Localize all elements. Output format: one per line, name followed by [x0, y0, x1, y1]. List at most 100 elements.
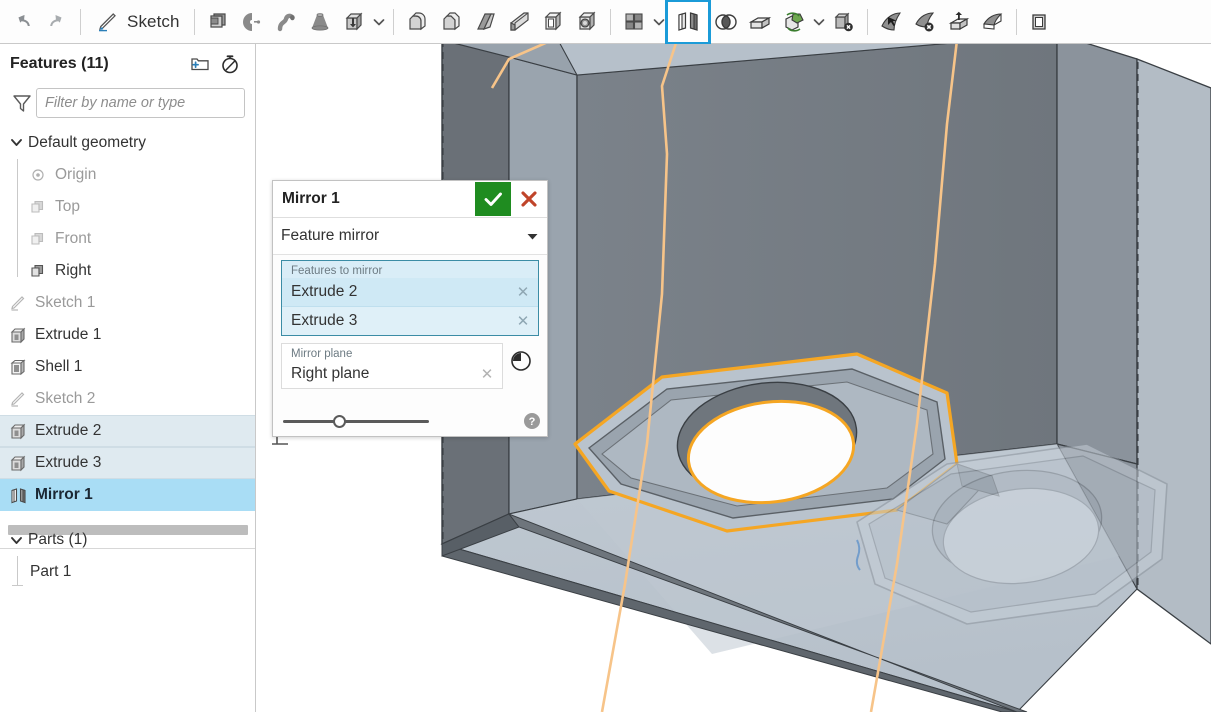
- tree-item-extrude-2[interactable]: Extrude 2: [0, 415, 255, 447]
- tree-group-parts[interactable]: Parts (1): [0, 524, 255, 556]
- rollback-history-button[interactable]: [215, 49, 245, 79]
- undo-icon: [18, 14, 30, 26]
- shell-tool-icon: [544, 11, 562, 30]
- remove-icon[interactable]: ✕: [512, 312, 534, 330]
- pattern-dropdown-caret[interactable]: [651, 15, 667, 29]
- delete-face-tool-button[interactable]: [908, 2, 942, 42]
- sketch-icon: [98, 12, 116, 31]
- extrude-icon: [6, 323, 30, 347]
- plane-tool-button[interactable]: [201, 2, 235, 42]
- loft-tool-icon: [311, 12, 328, 30]
- slider-knob[interactable]: [333, 415, 346, 428]
- tree-item-front-plane[interactable]: Front: [0, 223, 255, 255]
- extrude-dropdown-caret[interactable]: [371, 15, 387, 29]
- tree-item-sketch-1[interactable]: Sketch 1: [0, 287, 255, 319]
- thicken-tool-button[interactable]: [976, 2, 1010, 42]
- sketch-button[interactable]: Sketch: [87, 2, 188, 42]
- cancel-button[interactable]: [511, 182, 547, 216]
- transform-dropdown-caret[interactable]: [811, 15, 827, 29]
- transform-tool-button[interactable]: [777, 2, 811, 42]
- feature-filter-input[interactable]: [36, 88, 245, 118]
- extrude-tool-icon: [345, 12, 363, 30]
- tree-item-extrude-1[interactable]: Extrude 1: [0, 319, 255, 351]
- toolbar-separator: [609, 8, 611, 35]
- features-panel-header: Features (11): [0, 44, 255, 84]
- rib-tool-button[interactable]: [502, 2, 536, 42]
- move-face-icon: [880, 11, 901, 31]
- opacity-slider[interactable]: [283, 412, 515, 430]
- selected-feature-chip[interactable]: Extrude 3 ✕: [282, 307, 538, 335]
- hole-tool-icon: [578, 11, 596, 30]
- move-face-tool-button[interactable]: [874, 2, 908, 42]
- feature-tree: Default geometry Origin Top Front Right …: [0, 122, 255, 511]
- loft-tool-button[interactable]: [303, 2, 337, 42]
- selected-feature-chip[interactable]: Extrude 2 ✕: [282, 278, 538, 307]
- tree-item-label: Extrude 2: [35, 422, 102, 439]
- mirror-dialog-title: Mirror 1: [282, 190, 340, 207]
- chamfer-tool-button[interactable]: [434, 2, 468, 42]
- sweep-tool-button[interactable]: [269, 2, 303, 42]
- mirror-plane-value-row[interactable]: Right plane ✕: [282, 360, 502, 388]
- rib-tool-icon: [509, 11, 529, 31]
- toolbar-separator: [80, 8, 81, 35]
- chevron-down-icon: [6, 135, 26, 150]
- pattern-tool-button[interactable]: [617, 2, 651, 42]
- history-clock-icon: [511, 351, 531, 371]
- tree-item-label: Right: [55, 262, 92, 279]
- tree-item-label: Front: [55, 230, 92, 247]
- tree-item-right-plane[interactable]: Right: [0, 255, 255, 287]
- feature-filter-row: [0, 84, 255, 122]
- boolean-tool-button[interactable]: [709, 2, 743, 42]
- new-folder-button[interactable]: [185, 49, 215, 79]
- toolbar-separator: [392, 8, 394, 35]
- tree-item-label: Sketch 2: [35, 390, 96, 407]
- features-to-mirror-field[interactable]: Features to mirror Extrude 2 ✕ Extrude 3…: [281, 260, 539, 336]
- enclose-icon: [1031, 13, 1046, 30]
- tree-item-label: Mirror 1: [35, 486, 93, 503]
- extrude-tool-button[interactable]: [337, 2, 371, 42]
- remove-icon[interactable]: ✕: [512, 283, 534, 301]
- mirror-type-dropdown[interactable]: Feature mirror: [273, 218, 547, 255]
- new-folder-icon: [191, 58, 209, 71]
- tree-item-label: Shell 1: [35, 358, 83, 375]
- tree-item-top-plane[interactable]: Top: [0, 191, 255, 223]
- hole-tool-button[interactable]: [570, 2, 604, 42]
- undo-button[interactable]: [6, 2, 40, 42]
- redo-icon: [50, 14, 62, 26]
- revolve-tool-icon: [242, 12, 260, 31]
- mirror-plane-field[interactable]: Mirror plane Right plane ✕: [281, 343, 503, 389]
- tree-item-part-1[interactable]: Part 1: [0, 556, 255, 588]
- tree-item-extrude-3[interactable]: Extrude 3: [0, 447, 255, 479]
- redo-button[interactable]: [40, 2, 74, 42]
- close-icon: [521, 191, 537, 207]
- remove-icon[interactable]: ✕: [476, 365, 498, 383]
- history-clock-button[interactable]: [503, 343, 539, 373]
- replace-face-tool-button[interactable]: [942, 2, 976, 42]
- revolve-tool-button[interactable]: [235, 2, 269, 42]
- sweep-tool-icon: [277, 13, 295, 31]
- delete-part-tool-button[interactable]: [827, 2, 861, 42]
- enclose-tool-button[interactable]: [1023, 2, 1057, 42]
- fillet-tool-button[interactable]: [400, 2, 434, 42]
- features-panel-title: Features (11): [10, 55, 109, 72]
- accept-button[interactable]: [475, 182, 511, 216]
- draft-tool-button[interactable]: [468, 2, 502, 42]
- split-tool-button[interactable]: [743, 2, 777, 42]
- tree-item-label: Extrude 1: [35, 326, 102, 343]
- sketch-icon: [6, 387, 30, 411]
- tree-group-default-geometry[interactable]: Default geometry: [0, 126, 255, 159]
- draft-tool-icon: [476, 12, 495, 30]
- tree-item-shell-1[interactable]: Shell 1: [0, 351, 255, 383]
- tree-item-sketch-2[interactable]: Sketch 2: [0, 383, 255, 415]
- split-tool-icon: [748, 16, 771, 29]
- tree-item-mirror-1[interactable]: Mirror 1: [0, 479, 255, 511]
- tree-item-origin[interactable]: Origin: [0, 159, 255, 191]
- sketch-icon: [6, 291, 30, 315]
- mirror-tool-button[interactable]: [664, 0, 711, 45]
- tree-group-label: Default geometry: [28, 133, 147, 151]
- fillet-tool-icon: [408, 11, 426, 30]
- stopwatch-icon: [222, 55, 238, 74]
- selected-feature-label: Extrude 2: [291, 283, 358, 300]
- shell-tool-button[interactable]: [536, 2, 570, 42]
- help-button[interactable]: ?: [515, 412, 549, 430]
